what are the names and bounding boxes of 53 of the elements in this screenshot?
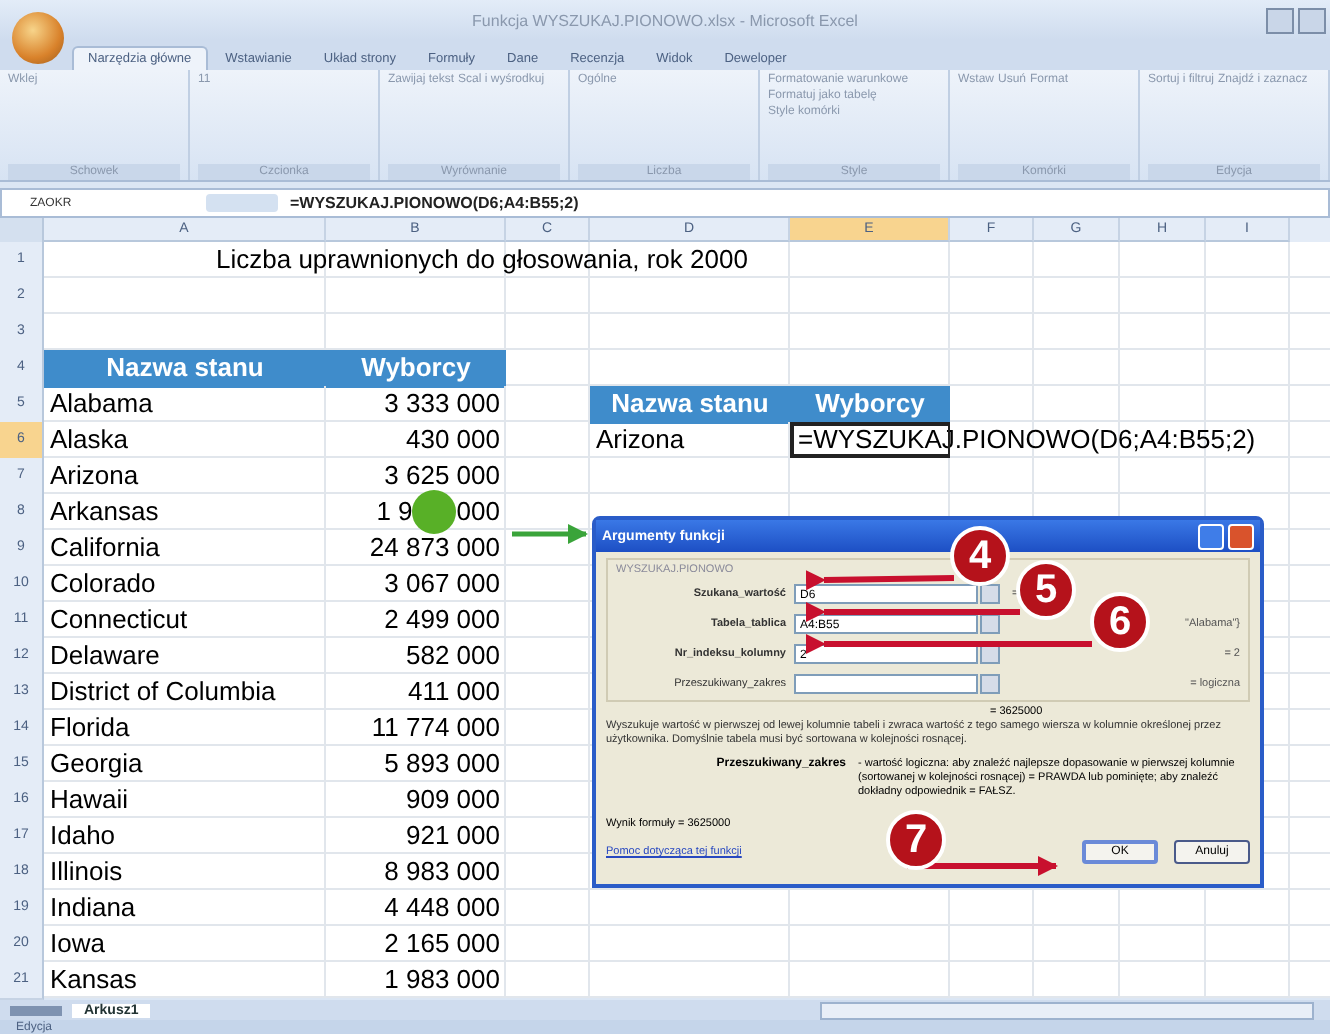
state-cell-text: Florida (48, 710, 132, 746)
voters-cell-text: 8 983 000 (382, 854, 502, 890)
voters-cell-text: 11 774 000 (369, 710, 502, 746)
voters-cell-text: 411 000 (405, 674, 502, 710)
voters-cell-text: 24 873 000 (367, 530, 502, 566)
voters-cell-text: 1 9 (376, 494, 413, 530)
state-cell-text: Connecticut (48, 602, 190, 638)
callout-dot (412, 490, 457, 534)
state-cell-text: Indiana (48, 890, 138, 926)
voters-cell-text: 2 165 000 (382, 926, 502, 962)
state-cell-text: Alabama (48, 386, 155, 422)
voters-cell-text: 3 625 000 (382, 458, 502, 494)
window-title: Funkcja WYSZUKAJ.PIONOWO.xlsx - Microsoft Excel (470, 11, 860, 29)
help-icon[interactable] (1198, 523, 1224, 549)
state-cell-text: Kansas (48, 962, 139, 998)
state-cell-text: Alaska (48, 422, 131, 458)
state-cell-text: Iowa (48, 926, 107, 962)
state-cell-text: Georgia (48, 746, 145, 782)
minimize-icon[interactable] (1266, 7, 1294, 33)
state-cell-text: Illinois (48, 854, 125, 890)
state-cell-text: Arkansas (48, 494, 161, 530)
voters-cell-text: 5 893 000 (382, 746, 502, 782)
voters-cell-text: 4 448 000 (382, 890, 502, 926)
table-header-cell: Wyborcy (790, 386, 950, 424)
state-cell-text: Hawaii (48, 782, 131, 818)
state-cell-text: California (48, 530, 162, 566)
sheet-title: Liczba uprawnionych do głosowania, rok 2000 (214, 242, 750, 278)
formula-field[interactable]: =WYSZUKAJ.PIONOWO(D6;A4:B55;2) (290, 194, 579, 212)
voters-cell-text: 921 000 (404, 818, 502, 854)
table-header-cell: Nazwa stanu (44, 350, 326, 388)
voters-cell-text: 909 000 (404, 782, 502, 818)
voters-cell-text: 1 983 000 (382, 962, 502, 998)
horizontal-scrollbar[interactable] (820, 1001, 1314, 1019)
close-icon[interactable] (1228, 523, 1254, 549)
state-cell-text: Arizona (48, 458, 141, 494)
voters-cell-text: 000 (456, 494, 500, 530)
argument-field[interactable] (794, 674, 978, 694)
table-header-cell: Nazwa stanu (590, 386, 790, 424)
table-header-cell: Wyborcy (326, 350, 506, 388)
state-cell-text: District of Columbia (48, 674, 278, 710)
state-cell-text: Arizona (594, 422, 687, 458)
voters-cell-text: 2 499 000 (382, 602, 502, 638)
state-cell-text: Colorado (48, 566, 158, 602)
voters-cell-text: 430 000 (404, 422, 502, 458)
callout-arrow (512, 524, 588, 544)
voters-cell-text: 3 067 000 (382, 566, 502, 602)
state-cell-text: Idaho (48, 818, 118, 854)
maximize-icon[interactable] (1298, 7, 1326, 33)
sheet-nav-icon[interactable] (10, 1005, 62, 1015)
voters-cell-text: 3 333 000 (382, 386, 502, 422)
voters-cell-text: 582 000 (404, 638, 502, 674)
state-cell-text: Delaware (48, 638, 162, 674)
office-button[interactable] (12, 12, 64, 64)
